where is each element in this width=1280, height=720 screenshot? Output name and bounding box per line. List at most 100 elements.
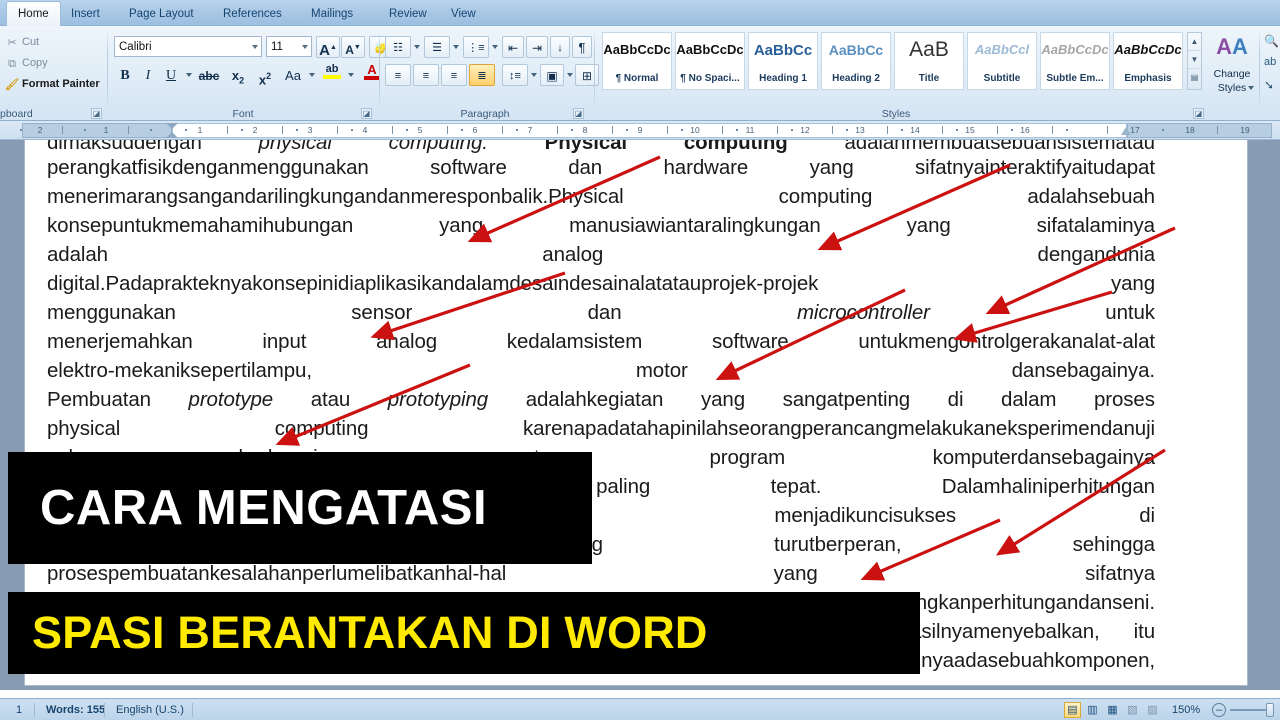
- increase-indent-icon[interactable]: ⇥: [526, 36, 548, 58]
- tab-view[interactable]: View: [440, 2, 487, 26]
- text-highlight-color-button[interactable]: ab: [320, 62, 344, 86]
- style-tile-subtle-emphasis[interactable]: AaBbCcDc Subtle Em...: [1040, 32, 1110, 90]
- tab-references[interactable]: References: [212, 2, 293, 26]
- paragraph-dialog-launcher[interactable]: ◪: [573, 108, 584, 119]
- select-icon[interactable]: ➘: [1264, 78, 1274, 92]
- styles-scroll-down-button[interactable]: ▼: [1188, 51, 1201, 69]
- line-spacing-chevron-down-icon[interactable]: [531, 73, 537, 77]
- style-tile-normal[interactable]: AaBbCcDc ¶ Normal: [602, 32, 672, 90]
- align-left-icon[interactable]: ≡: [385, 64, 411, 86]
- font-size-combobox[interactable]: 11: [266, 36, 312, 57]
- line-spacing-icon[interactable]: ↕≡: [502, 64, 528, 86]
- word-count[interactable]: Words: 155: [38, 699, 113, 720]
- strikethrough-button[interactable]: abc: [196, 64, 222, 86]
- align-right-icon[interactable]: ≡: [441, 64, 467, 86]
- zoom-level[interactable]: 150%: [1164, 699, 1208, 720]
- clipboard-dialog-launcher[interactable]: ◪: [91, 108, 102, 119]
- style-name: ¶ No Spaci...: [680, 73, 740, 84]
- doc-word: sifatnyainteraktifyaitudapat: [915, 155, 1155, 179]
- style-sample: AaB: [909, 38, 949, 61]
- underline-chevron-down-icon[interactable]: [186, 73, 192, 77]
- bullets-chevron-down-icon[interactable]: [414, 45, 420, 49]
- page-number[interactable]: 1: [8, 699, 30, 720]
- tab-insert[interactable]: Insert: [60, 2, 111, 26]
- numbering-chevron-down-icon[interactable]: [453, 45, 459, 49]
- doc-word: sehingga: [1072, 532, 1155, 556]
- doc-word: kedalamsistem: [506, 329, 643, 353]
- tab-review[interactable]: Review: [378, 2, 438, 26]
- font-name-combobox[interactable]: Calibri: [114, 36, 262, 57]
- doc-word: computing: [274, 416, 369, 440]
- styles-gallery-scrollbar[interactable]: ▲ ▼ ▤: [1187, 32, 1202, 90]
- bold-button[interactable]: B: [114, 64, 136, 86]
- doc-word: paling: [596, 474, 651, 498]
- document-line: menerimarangsangandarilingkungandanmeres…: [47, 182, 1155, 211]
- superscript-button[interactable]: x2: [253, 64, 277, 87]
- tab-mailings[interactable]: Mailings: [300, 2, 364, 26]
- style-tile-subtitle[interactable]: AaBbCcl Subtitle: [967, 32, 1037, 90]
- doc-word: microcontroller: [796, 300, 930, 324]
- tab-page-layout[interactable]: Page Layout: [118, 2, 205, 26]
- align-center-icon[interactable]: ≡: [413, 64, 439, 86]
- zoom-out-button[interactable]: –: [1212, 703, 1226, 717]
- bullets-icon[interactable]: ☷: [385, 36, 411, 58]
- shading-chevron-down-icon[interactable]: [567, 73, 573, 77]
- multilevel-chevron-down-icon[interactable]: [492, 45, 498, 49]
- change-styles-button[interactable]: AA Change Styles: [1206, 26, 1258, 121]
- style-tile-heading-1[interactable]: AaBbCc Heading 1: [748, 32, 818, 90]
- horizontal-ruler[interactable]: 2 1 1 2 3 4 5 6 7 8 9 10 11 12 13 14 15 …: [0, 121, 1280, 140]
- doc-word: menggunakan: [47, 300, 176, 324]
- cut-button[interactable]: ✂ Cut: [4, 34, 39, 51]
- web-layout-view-button[interactable]: ▦: [1104, 702, 1121, 718]
- doc-word: komputerdansebagainya: [932, 445, 1155, 469]
- styles-scroll-up-button[interactable]: ▲: [1188, 33, 1201, 51]
- doc-word: computing: [778, 184, 873, 208]
- right-indent-marker[interactable]: [1121, 127, 1131, 135]
- subscript-button[interactable]: x2: [226, 64, 250, 86]
- find-icon[interactable]: 🔍: [1264, 34, 1279, 48]
- replace-icon[interactable]: ab: [1264, 56, 1276, 68]
- styles-dialog-launcher[interactable]: ◪: [1193, 108, 1204, 119]
- style-sample: AaBbCc: [828, 42, 884, 58]
- outline-view-button[interactable]: ▧: [1124, 702, 1141, 718]
- doc-word: adalahmembuatsebuahsistematau: [844, 140, 1155, 153]
- ruler-tick: 18: [1185, 125, 1195, 135]
- zoom-slider-thumb[interactable]: [1266, 703, 1274, 717]
- doc-word: prototyping: [387, 387, 489, 411]
- styles-more-button[interactable]: ▤: [1188, 69, 1201, 87]
- doc-word: prototype: [188, 387, 274, 411]
- document-line: elektro-mekaniksepertilampu, motor danse…: [47, 356, 1155, 385]
- doc-word: yang: [1110, 271, 1155, 295]
- grow-font-button[interactable]: A▲: [316, 36, 340, 59]
- language-indicator[interactable]: English (U.S.): [108, 699, 192, 720]
- hourglass-indent-marker[interactable]: [166, 123, 178, 138]
- show-formatting-marks-button[interactable]: ¶: [572, 36, 592, 58]
- decrease-indent-icon[interactable]: ⇤: [502, 36, 524, 58]
- justify-icon[interactable]: ≣: [469, 64, 495, 86]
- numbering-icon[interactable]: ☰: [424, 36, 450, 58]
- shrink-font-button[interactable]: A▼: [341, 36, 365, 58]
- pilcrow-icon: ¶: [578, 40, 586, 55]
- style-tile-heading-2[interactable]: AaBbCc Heading 2: [821, 32, 891, 90]
- style-tile-title[interactable]: AaB Title: [894, 32, 964, 90]
- change-case-button[interactable]: Aa: [280, 64, 306, 86]
- highlight-chevron-down-icon[interactable]: [348, 73, 354, 77]
- draft-view-button[interactable]: ▨: [1144, 702, 1161, 718]
- underline-button[interactable]: U: [160, 64, 182, 86]
- paintbrush-icon: 🖌: [5, 79, 19, 91]
- tab-home[interactable]: Home: [6, 1, 61, 26]
- copy-button[interactable]: ⧉ Copy: [4, 55, 48, 72]
- italic-button[interactable]: I: [138, 64, 158, 86]
- style-tile-emphasis[interactable]: AaBbCcDc Emphasis: [1113, 32, 1183, 90]
- change-case-chevron-down-icon[interactable]: [309, 73, 315, 77]
- print-layout-view-button[interactable]: ▤: [1064, 702, 1081, 718]
- full-screen-reading-view-button[interactable]: ▥: [1084, 702, 1101, 718]
- tab-home-label: Home: [18, 8, 49, 20]
- style-tile-no-spacing[interactable]: AaBbCcDc ¶ No Spaci...: [675, 32, 745, 90]
- format-painter-button[interactable]: 🖌 Format Painter: [4, 76, 100, 93]
- font-dialog-launcher[interactable]: ◪: [361, 108, 372, 119]
- multilevel-list-icon[interactable]: ⋮≡: [463, 36, 489, 58]
- sort-icon[interactable]: ↓: [550, 36, 570, 58]
- shading-icon[interactable]: ▣: [540, 64, 564, 86]
- change-styles-chevron-down-icon[interactable]: [1248, 86, 1254, 90]
